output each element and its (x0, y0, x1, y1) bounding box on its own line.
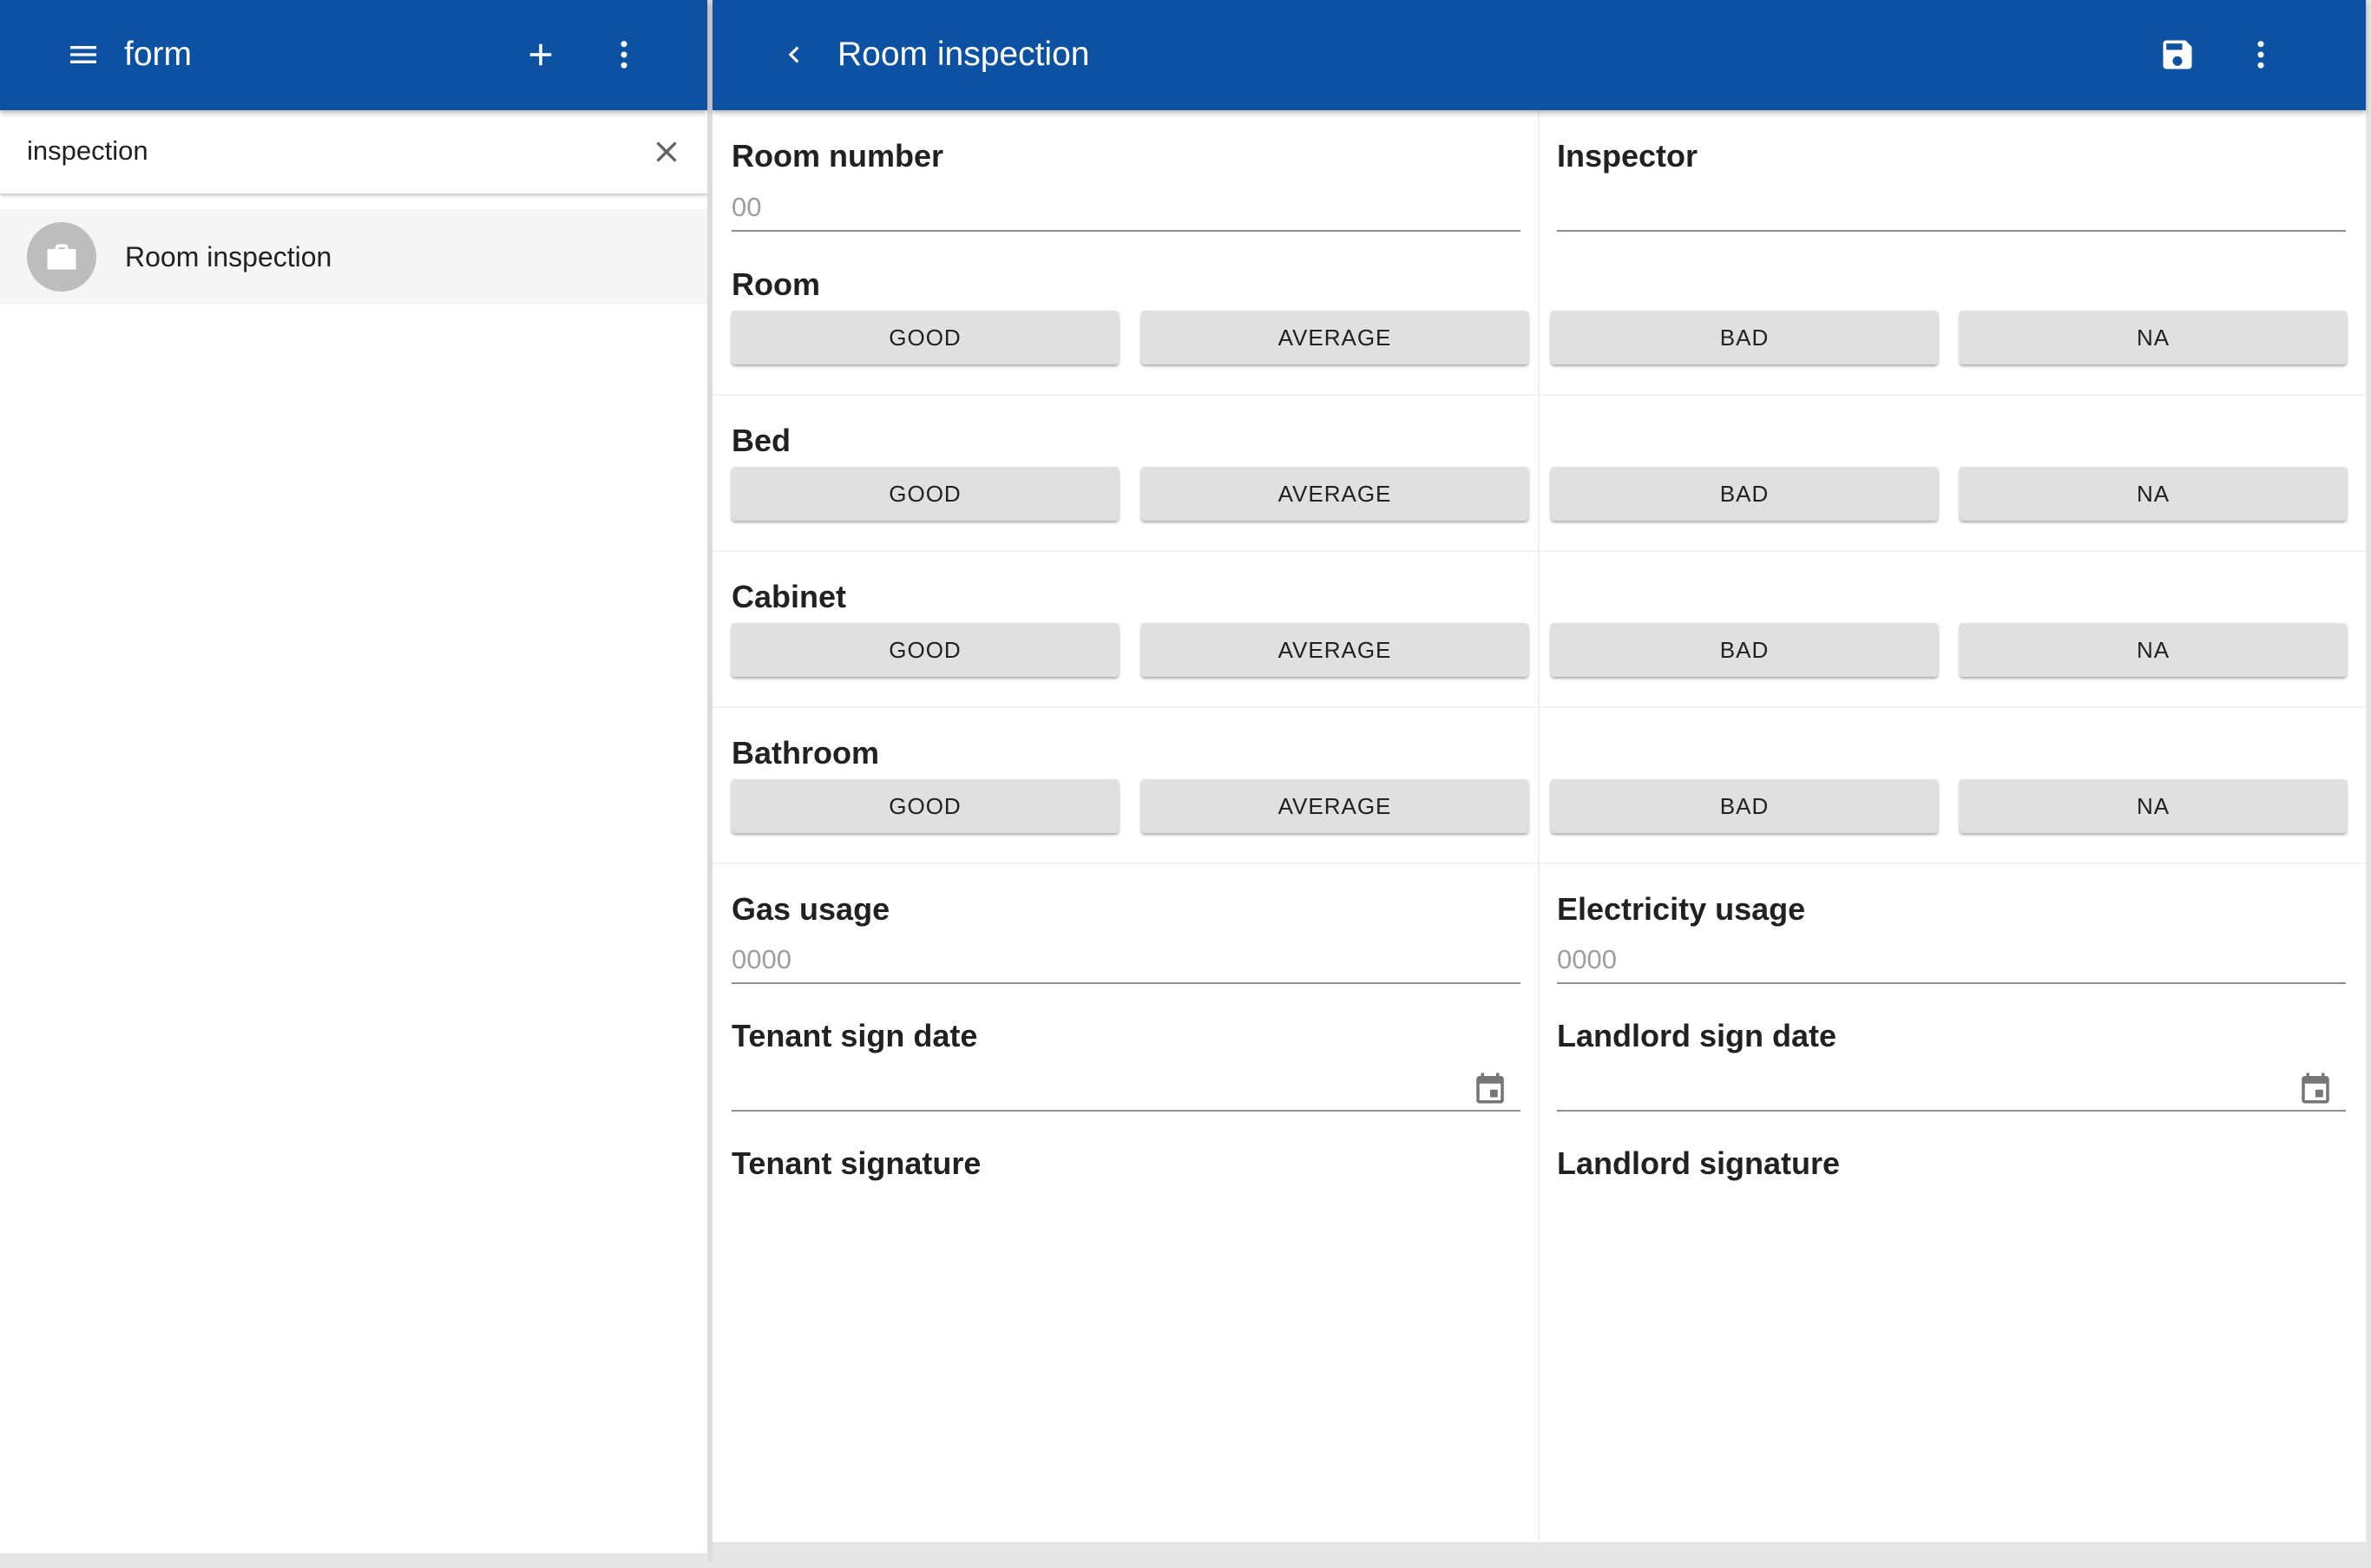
tenant-sign-date-field[interactable] (732, 1065, 1520, 1112)
more-vert-icon[interactable] (2233, 27, 2289, 82)
form-title: Room inspection (837, 36, 1090, 73)
calendar-icon[interactable] (2297, 1070, 2334, 1111)
gas-usage-label: Gas usage (732, 891, 890, 927)
room-rating-label: Room (732, 266, 820, 302)
inspector-label: Inspector (1557, 138, 1698, 174)
bed-rating-label: Bed (732, 423, 791, 458)
bathroom-good-button[interactable]: GOOD (732, 779, 1119, 833)
form-list-pane: form Room inspection (0, 0, 707, 1553)
add-icon[interactable] (513, 27, 568, 82)
divider (713, 863, 2366, 864)
search-bar (0, 110, 707, 194)
cabinet-good-button[interactable]: GOOD (732, 623, 1119, 677)
more-vert-icon[interactable] (596, 27, 652, 82)
cabinet-rating-label: Cabinet (732, 579, 847, 614)
cabinet-na-button[interactable]: NA (1960, 623, 2347, 677)
form-body: Room number Inspector Room GOOD AVERAGE … (713, 110, 2366, 1542)
search-input[interactable] (27, 129, 626, 173)
landlord-sign-date-field[interactable] (1557, 1065, 2346, 1112)
bed-good-button[interactable]: GOOD (732, 467, 1119, 521)
bed-na-button[interactable]: NA (1960, 467, 2347, 521)
bathroom-bad-button[interactable]: BAD (1551, 779, 1938, 833)
divider (713, 550, 2366, 552)
briefcase-icon (27, 222, 96, 292)
tenant-signature-label: Tenant signature (732, 1145, 982, 1181)
bed-bad-button[interactable]: BAD (1551, 467, 1938, 521)
inspector-field[interactable] (1557, 185, 2346, 232)
save-icon[interactable] (2150, 27, 2205, 82)
room-number-label: Room number (732, 138, 944, 174)
sidebar-title: form (124, 36, 192, 73)
gas-usage-field[interactable] (732, 937, 1520, 984)
clear-search-icon[interactable] (639, 124, 694, 180)
bathroom-na-button[interactable]: NA (1960, 779, 2347, 833)
menu-icon[interactable] (56, 27, 111, 82)
cabinet-average-button[interactable]: AVERAGE (1141, 623, 1528, 677)
electricity-usage-field[interactable] (1557, 937, 2346, 984)
electricity-usage-label: Electricity usage (1557, 891, 1806, 927)
room-number-field[interactable] (732, 185, 1520, 232)
divider (713, 394, 2366, 396)
divider (713, 706, 2366, 708)
cabinet-bad-button[interactable]: BAD (1551, 623, 1938, 677)
form-app-bar: Room inspection (713, 0, 2366, 110)
room-average-button[interactable]: AVERAGE (1141, 311, 1528, 364)
bed-average-button[interactable]: AVERAGE (1141, 467, 1528, 521)
room-na-button[interactable]: NA (1960, 311, 2347, 364)
bathroom-rating-label: Bathroom (732, 735, 879, 771)
room-bad-button[interactable]: BAD (1551, 311, 1938, 364)
landlord-sign-date-label: Landlord sign date (1557, 1018, 1837, 1053)
tenant-sign-date-label: Tenant sign date (732, 1018, 978, 1053)
list-item-room-inspection[interactable]: Room inspection (0, 209, 707, 305)
sidebar-app-bar: form (0, 0, 707, 110)
landlord-signature-pad[interactable] (1557, 1195, 2346, 1568)
room-good-button[interactable]: GOOD (732, 311, 1119, 364)
tenant-signature-pad[interactable] (732, 1195, 1520, 1568)
list-item-label: Room inspection (125, 241, 332, 272)
bathroom-average-button[interactable]: AVERAGE (1141, 779, 1528, 833)
calendar-icon[interactable] (1472, 1070, 1508, 1111)
back-icon[interactable] (766, 27, 822, 82)
landlord-signature-label: Landlord signature (1557, 1145, 1841, 1181)
